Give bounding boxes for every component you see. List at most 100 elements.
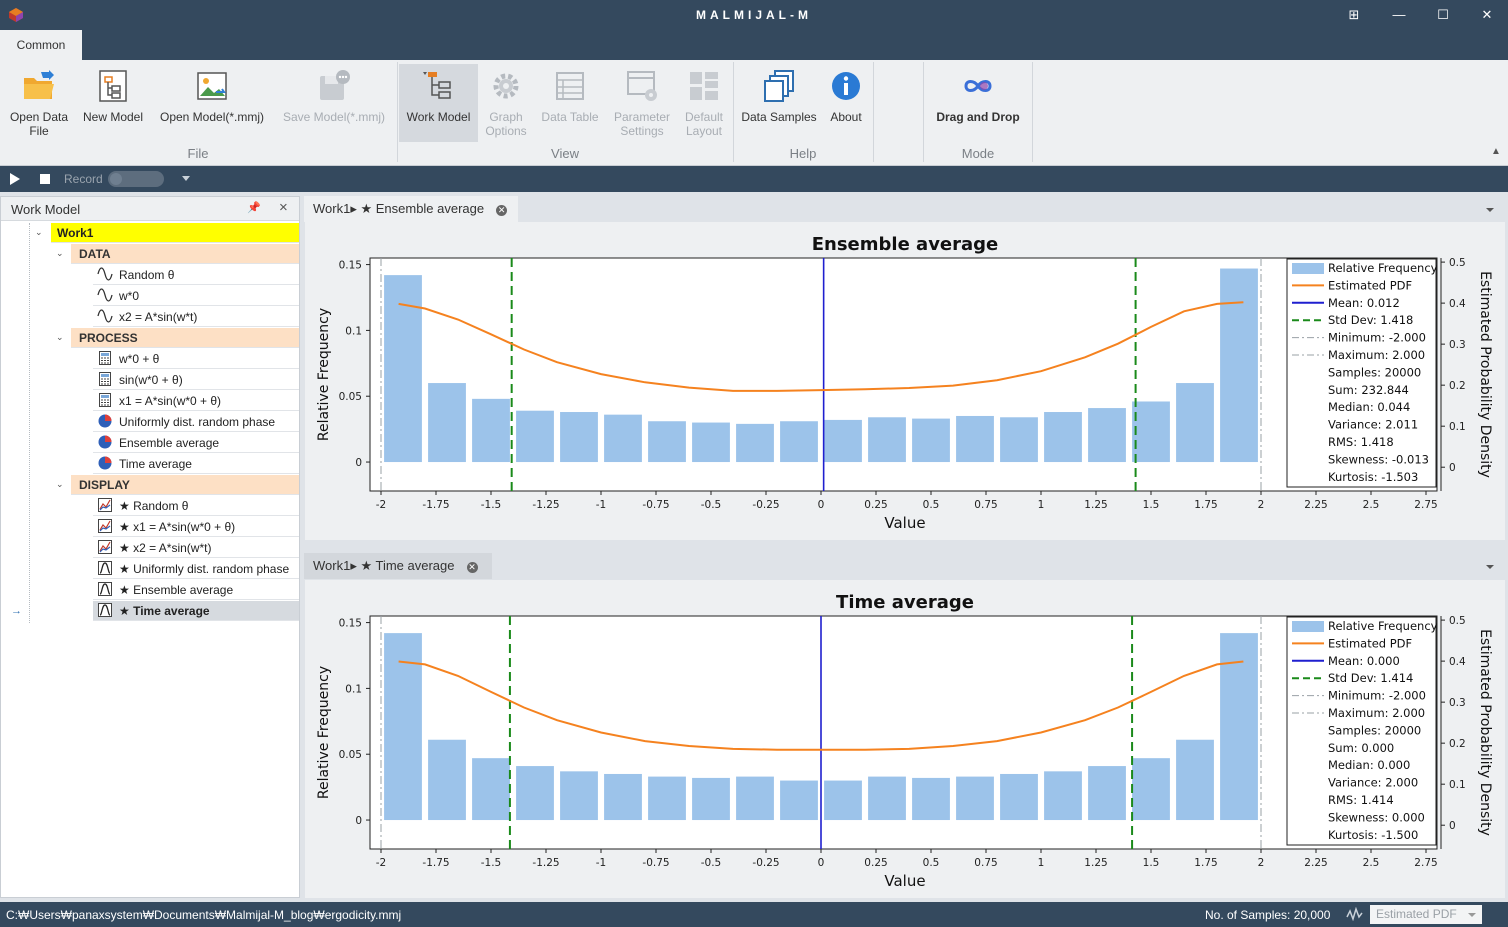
group-label-help: Help <box>789 146 817 161</box>
play-icon[interactable] <box>10 173 20 185</box>
open-data-label-2: File <box>29 124 49 138</box>
tree-item-process[interactable]: Uniformly dist. random phase <box>93 412 299 432</box>
close-tab-icon[interactable]: ✕ <box>496 205 508 216</box>
tree-item-label: ★ x2 = A*sin(w*t) <box>119 541 212 555</box>
work-model-icon <box>422 72 451 99</box>
x-tick-label: 0.75 <box>974 857 997 869</box>
histogram-bar <box>428 383 466 463</box>
tree-item-data[interactable]: w*0 <box>93 286 299 306</box>
tree-item-process[interactable]: Ensemble average <box>93 433 299 453</box>
drag-and-drop-button[interactable]: Drag and Drop <box>928 64 1028 142</box>
histogram-bar <box>692 422 730 463</box>
stop-icon[interactable] <box>40 174 50 184</box>
collapse-ribbon-icon[interactable]: ▲ <box>1491 146 1501 157</box>
tree-item-label: w*0 <box>119 289 140 303</box>
tree-item-display[interactable]: ★ x2 = A*sin(w*t) <box>93 538 299 558</box>
expand-toggle-icon[interactable]: ⌄ <box>56 332 64 343</box>
data-samples-button[interactable]: Data Samples <box>738 64 820 142</box>
calculator-icon <box>99 393 111 407</box>
tree-item-label: ★ Uniformly dist. random phase <box>119 562 290 576</box>
x-tick-label: 0 <box>818 499 825 511</box>
tree-item-display[interactable]: ★ x1 = A*sin(w*0 + θ) <box>93 517 299 537</box>
tree-item-display[interactable]: ★ Time average <box>93 601 299 621</box>
tree-item-display[interactable]: ★ Random θ <box>93 496 299 516</box>
y2-axis-label: Estimated Probability Density <box>1477 271 1493 478</box>
x-tick-label: 1 <box>1038 857 1045 869</box>
tree-item-label: ★ Random θ <box>119 499 189 513</box>
close-tab-icon[interactable]: ✕ <box>466 562 478 573</box>
tree-item-display[interactable]: ★ Ensemble average <box>93 580 299 600</box>
expand-toggle-icon[interactable]: ⌄ <box>35 227 43 238</box>
about-button[interactable]: About <box>824 64 868 142</box>
pie-chart-icon <box>98 414 112 428</box>
display-mode-select[interactable]: Estimated PDF <box>1370 905 1482 924</box>
close-panel-icon[interactable]: × <box>279 199 288 216</box>
data-samples-icon <box>764 70 794 102</box>
tree-group-display[interactable]: DISPLAY <box>71 475 299 495</box>
data-table-button[interactable]: Data Table <box>536 64 604 142</box>
tree-item-label: w*0 + θ <box>119 352 160 366</box>
restore-layout-icon[interactable]: ⊞ <box>1345 6 1363 24</box>
legend-entry: RMS: 1.418 <box>1328 435 1394 449</box>
chevron-down-icon[interactable] <box>1486 565 1494 569</box>
expand-toggle-icon[interactable]: ⌄ <box>56 479 64 490</box>
ribbon-separator <box>873 62 874 162</box>
time-average-chart: Time average Value Relative Frequency Estim… <box>316 592 1493 890</box>
histogram-icon <box>98 582 112 596</box>
pin-icon[interactable]: 📌 <box>247 201 261 214</box>
histogram-bar <box>472 398 510 463</box>
parameter-settings-button[interactable]: Parameter Settings <box>608 64 676 142</box>
histogram-icon <box>98 561 112 575</box>
chevron-down-icon[interactable] <box>182 176 190 181</box>
chevron-down-icon[interactable] <box>1486 208 1494 212</box>
tree-item-display[interactable]: ★ Uniformly dist. random phase <box>93 559 299 579</box>
tree-root-work1[interactable]: Work1 <box>51 223 299 243</box>
tab-time-average[interactable]: Work1▸ ★ Time average ✕ <box>304 553 492 579</box>
tree-item-process[interactable]: Time average <box>93 454 299 474</box>
maximize-button[interactable]: ☐ <box>1434 6 1452 24</box>
new-model-icon <box>99 70 127 102</box>
tree-group-data[interactable]: DATA <box>71 244 299 264</box>
x-tick-label: -1.75 <box>422 857 449 869</box>
legend-entry: Samples: 20000 <box>1328 365 1421 379</box>
histogram-bar <box>1088 766 1126 821</box>
x-tick-label: 1.25 <box>1084 499 1107 511</box>
graph-options-button[interactable]: Graph Options <box>480 64 532 142</box>
expand-toggle-icon[interactable]: ⌄ <box>56 248 64 259</box>
new-model-button[interactable]: New Model <box>78 64 148 142</box>
x-tick-label: 1 <box>1038 499 1045 511</box>
histogram-bar <box>736 776 774 821</box>
x-tick-label: 0 <box>818 857 825 869</box>
tree-item-label: Time average <box>119 457 192 471</box>
x-tick-label: 2 <box>1258 857 1265 869</box>
x-tick-label: -0.75 <box>642 499 669 511</box>
x-tick-label: 1.25 <box>1084 857 1107 869</box>
close-button[interactable]: ✕ <box>1478 6 1496 24</box>
tab-time-average-label: Work1▸ ★ Time average <box>313 558 455 573</box>
tab-ensemble-average-label: Work1▸ ★ Ensemble average <box>313 201 485 216</box>
data-samples-label: Data Samples <box>741 110 817 124</box>
record-toggle[interactable] <box>108 171 164 187</box>
tree-item-process[interactable]: x1 = A*sin(w*0 + θ) <box>93 391 299 411</box>
tree-item-process[interactable]: sin(w*0 + θ) <box>93 370 299 390</box>
tree-item-data[interactable]: x2 = A*sin(w*t) <box>93 307 299 327</box>
tree-item-data[interactable]: Random θ <box>93 265 299 285</box>
histogram-bar <box>604 773 642 821</box>
tree-group-process[interactable]: PROCESS <box>71 328 299 348</box>
histogram-bar <box>824 419 862 463</box>
open-model-button[interactable]: Open Model(*.mmj) <box>154 64 270 142</box>
legend-entry: Skewness: -0.013 <box>1328 452 1429 466</box>
tree-item-process[interactable]: w*0 + θ <box>93 349 299 369</box>
histogram-bar <box>1176 383 1214 463</box>
minimize-button[interactable]: — <box>1390 6 1408 24</box>
default-layout-button[interactable]: Default Layout <box>678 64 730 142</box>
display-mode-value: Estimated PDF <box>1376 907 1457 921</box>
tab-common[interactable]: Common <box>0 30 82 60</box>
layout-icon <box>690 72 718 100</box>
doc-tabstrip-2: Work1▸ ★ Time average ✕ <box>304 553 1508 579</box>
histogram-bar <box>1044 412 1082 463</box>
tab-ensemble-average[interactable]: Work1▸ ★ Ensemble average ✕ <box>304 196 518 222</box>
save-model-button[interactable]: Save Model(*.mmj) <box>278 64 390 142</box>
open-data-file-button[interactable]: Open Data File <box>4 64 74 142</box>
work-model-button[interactable]: Work Model <box>399 64 478 142</box>
